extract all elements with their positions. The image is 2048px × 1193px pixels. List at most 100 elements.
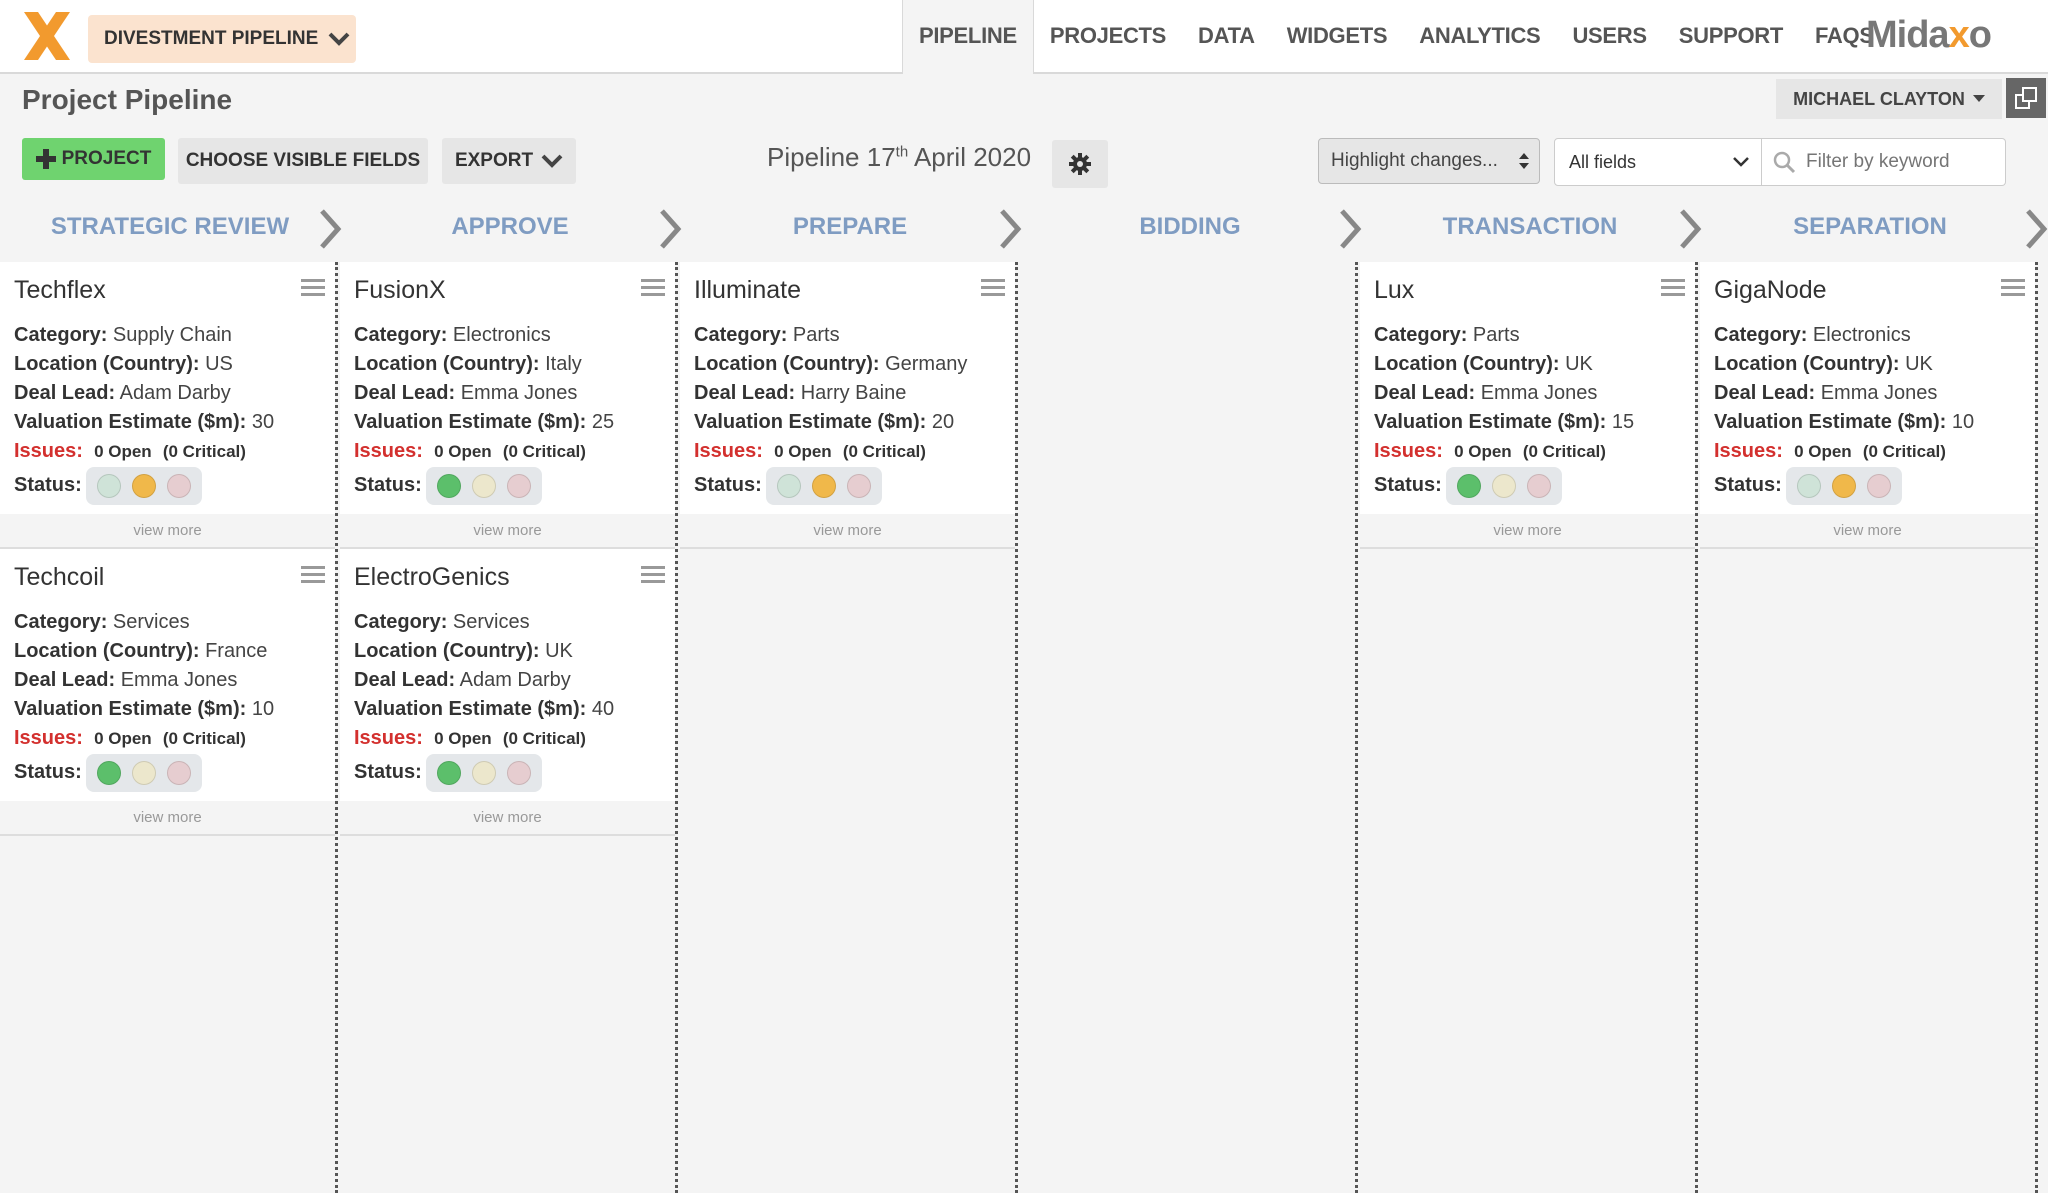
category-row: Category: Electronics (1714, 324, 1911, 346)
location-row: Location (Country): UK (354, 640, 573, 662)
status-label: Status: (1714, 474, 1782, 496)
project-title[interactable]: Lux (1374, 276, 1414, 305)
view-more-link[interactable]: view more (680, 514, 1015, 547)
project-card-giganode[interactable]: GigaNode Category: Electronics Location … (1700, 262, 2035, 549)
menu-icon[interactable] (641, 278, 665, 298)
chevron-down-icon (541, 154, 563, 168)
project-title[interactable]: GigaNode (1714, 276, 1827, 305)
project-title[interactable]: Techcoil (14, 563, 104, 592)
user-name: MICHAEL CLAYTON (1793, 88, 1965, 109)
nav-support[interactable]: SUPPORT (1663, 0, 1799, 72)
location-row: Location (Country): UK (1374, 353, 1593, 375)
status-label: Status: (14, 761, 82, 783)
view-more-link[interactable]: view more (0, 801, 335, 834)
highlight-changes-value: Highlight changes... (1331, 150, 1498, 171)
stage-header-separation: SEPARATION (1700, 205, 2048, 255)
status-indicator (1446, 467, 1562, 505)
project-card-fusionx[interactable]: FusionX Category: Electronics Location (… (340, 262, 675, 549)
valuation-row: Valuation Estimate ($m): 20 (694, 411, 955, 433)
nav-widgets[interactable]: WIDGETS (1271, 0, 1404, 72)
nav-users[interactable]: USERS (1556, 0, 1662, 72)
brand-logo: Midaxo (1866, 14, 1992, 56)
menu-icon[interactable] (641, 565, 665, 585)
pipeline-selector-label: DIVESTMENT PIPELINE (104, 28, 319, 49)
project-title[interactable]: FusionX (354, 276, 446, 305)
status-light-red (166, 474, 191, 498)
status-light-green (777, 474, 802, 498)
issues-row: Issues: 0 Open (0 Critical) (1714, 440, 1946, 462)
menu-icon[interactable] (301, 565, 325, 585)
field-filter-select[interactable]: All fields (1554, 138, 1762, 186)
highlight-changes-select[interactable]: Highlight changes... (1318, 138, 1540, 184)
status-light-green (1797, 474, 1822, 498)
project-title[interactable]: ElectroGenics (354, 563, 510, 592)
expand-button[interactable] (2006, 78, 2046, 118)
project-title[interactable]: Techflex (14, 276, 106, 305)
menu-icon[interactable] (1661, 278, 1685, 298)
deal-lead-row: Deal Lead: Adam Darby (14, 382, 231, 404)
issues-row: Issues: 0 Open (0 Critical) (354, 440, 586, 462)
valuation-row: Valuation Estimate ($m): 10 (14, 698, 275, 720)
app-logo[interactable] (20, 8, 74, 64)
stage-header-prepare: PREPARE (680, 205, 1022, 255)
stage-header-strategic-review: STRATEGIC REVIEW (0, 205, 342, 255)
stage-column-separation: GigaNode Category: Electronics Location … (1700, 262, 2038, 1193)
view-more-link[interactable]: view more (340, 801, 675, 834)
export-button[interactable]: EXPORT (442, 138, 576, 184)
updown-arrow-icon (1519, 153, 1529, 169)
status-label: Status: (354, 474, 422, 496)
view-more-link[interactable]: view more (0, 514, 335, 547)
valuation-row: Valuation Estimate ($m): 40 (354, 698, 615, 720)
project-title[interactable]: Illuminate (694, 276, 801, 305)
add-project-label: PROJECT (61, 148, 152, 169)
valuation-row: Valuation Estimate ($m): 15 (1374, 411, 1635, 433)
add-project-button[interactable]: PROJECT (22, 138, 165, 180)
status-indicator (1786, 467, 1902, 505)
view-more-link[interactable]: view more (340, 514, 675, 547)
stage-column-transaction: Lux Category: Parts Location (Country): … (1360, 262, 1698, 1193)
view-more-link[interactable]: view more (1700, 514, 2035, 547)
stage-column-prepare: Illuminate Category: Parts Location (Cou… (680, 262, 1018, 1193)
stage-label: PREPARE (792, 213, 908, 240)
pipeline-selector[interactable]: DIVESTMENT PIPELINE (88, 15, 356, 63)
expand-icon (2015, 87, 2037, 109)
status-light-green (437, 761, 462, 785)
status-label: Status: (1374, 474, 1442, 496)
nav-data[interactable]: DATA (1182, 0, 1271, 72)
status-light-amber (811, 474, 836, 498)
location-row: Location (Country): France (14, 640, 268, 662)
nav-projects[interactable]: PROJECTS (1034, 0, 1182, 72)
project-card-techcoil[interactable]: Techcoil Category: Services Location (Co… (0, 549, 335, 836)
stage-column-bidding (1020, 262, 1358, 1193)
user-menu-button[interactable]: MICHAEL CLAYTON (1776, 79, 2002, 119)
caret-down-icon (1972, 95, 1985, 102)
menu-icon[interactable] (2001, 278, 2025, 298)
status-label: Status: (354, 761, 422, 783)
project-card-lux[interactable]: Lux Category: Parts Location (Country): … (1360, 262, 1695, 549)
category-row: Category: Electronics (354, 324, 551, 346)
status-indicator (766, 467, 882, 505)
status-light-green (437, 474, 462, 498)
menu-icon[interactable] (981, 278, 1005, 298)
deal-lead-row: Deal Lead: Harry Baine (694, 382, 907, 404)
nav-pipeline[interactable]: PIPELINE (902, 0, 1034, 74)
valuation-row: Valuation Estimate ($m): 10 (1714, 411, 1975, 433)
field-filter-value: All fields (1569, 151, 1637, 172)
stage-header-approve: APPROVE (340, 205, 682, 255)
category-row: Category: Services (354, 611, 530, 633)
stage-column-approve: FusionX Category: Electronics Location (… (340, 262, 678, 1193)
project-card-electrogenics[interactable]: ElectroGenics Category: Services Locatio… (340, 549, 675, 836)
plus-icon (35, 149, 56, 169)
nav-analytics[interactable]: ANALYTICS (1403, 0, 1556, 72)
keyword-search-input[interactable] (1804, 150, 1998, 174)
stage-label: SEPARATION (1793, 213, 1947, 240)
menu-icon[interactable] (301, 278, 325, 298)
stage-label: BIDDING (1139, 213, 1241, 240)
chevron-down-icon (1733, 157, 1749, 167)
project-card-techflex[interactable]: Techflex Category: Supply Chain Location… (0, 262, 335, 549)
view-more-link[interactable]: view more (1360, 514, 1695, 547)
project-card-illuminate[interactable]: Illuminate Category: Parts Location (Cou… (680, 262, 1015, 549)
status-light-red (846, 474, 871, 498)
choose-visible-fields-button[interactable]: CHOOSE VISIBLE FIELDS (178, 138, 428, 184)
settings-button[interactable] (1052, 140, 1108, 188)
